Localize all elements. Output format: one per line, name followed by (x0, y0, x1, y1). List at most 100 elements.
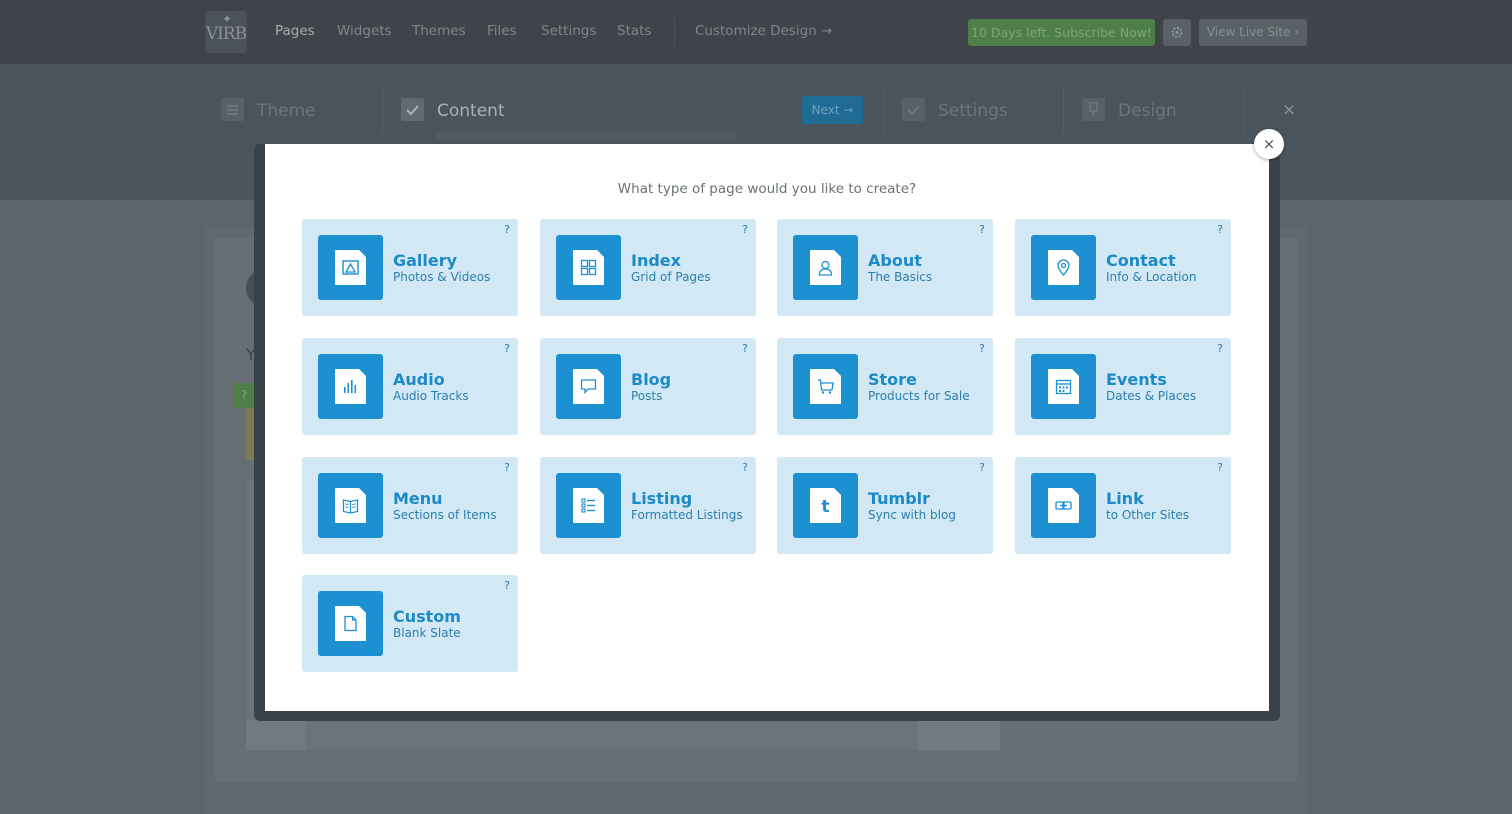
theme-step-icon (221, 98, 244, 121)
page-type-tumblr[interactable]: t Tumblr Sync with blog ? (777, 457, 993, 554)
check-icon (401, 98, 424, 121)
tile-title: Audio (393, 370, 445, 389)
help-icon[interactable]: ? (1217, 223, 1223, 236)
page-type-store[interactable]: Store Products for Sale ? (777, 338, 993, 435)
nav-divider (674, 18, 675, 46)
tile-icon-bg (318, 591, 383, 656)
page-type-menu[interactable]: Menu Sections of Items ? (302, 457, 518, 554)
tile-subtitle: Products for Sale (868, 389, 970, 403)
cart-icon (810, 369, 841, 404)
tile-subtitle: Blank Slate (393, 626, 461, 640)
gear-icon (1171, 26, 1183, 39)
step-design-label: Design (1118, 101, 1177, 121)
help-icon[interactable]: ? (742, 461, 748, 474)
logo-star-icon: ✦ (222, 12, 233, 26)
page-type-blog[interactable]: Blog Posts ? (540, 338, 756, 435)
help-icon[interactable]: ? (504, 223, 510, 236)
book-icon (335, 488, 366, 523)
nav-stats[interactable]: Stats (617, 23, 651, 39)
settings-button[interactable] (1163, 19, 1191, 46)
speech-bubble-icon (573, 369, 604, 404)
tile-title: Store (868, 370, 917, 389)
tile-title: Link (1106, 489, 1144, 508)
help-icon[interactable]: ? (979, 223, 985, 236)
nav-settings[interactable]: Settings (541, 23, 596, 39)
tile-title: Custom (393, 607, 461, 626)
tile-icon-bg (556, 354, 621, 419)
audio-bars-icon (335, 369, 366, 404)
grid-icon (573, 250, 604, 285)
tile-title: Listing (631, 489, 693, 508)
svg-text:t: t (821, 497, 829, 514)
tile-subtitle: Info & Location (1106, 270, 1197, 284)
nav-pages[interactable]: Pages (275, 23, 315, 39)
tile-subtitle: The Basics (868, 270, 933, 284)
tile-icon-bg (1031, 473, 1096, 538)
brush-icon (1082, 98, 1105, 121)
content-panel-strip (246, 720, 306, 750)
tile-subtitle: Dates & Places (1106, 389, 1197, 403)
page-type-listing[interactable]: Listing Formatted Listings ? (540, 457, 756, 554)
help-icon[interactable]: ? (1217, 342, 1223, 355)
tile-title: About (868, 251, 922, 270)
step-divider (382, 88, 383, 132)
tumblr-icon: t (810, 488, 841, 523)
step-divider (884, 88, 885, 132)
tile-title: Tumblr (868, 489, 931, 508)
location-pin-icon (1048, 250, 1079, 285)
help-icon[interactable]: ? (742, 342, 748, 355)
tile-subtitle: Sections of Items (393, 508, 497, 522)
person-icon (810, 250, 841, 285)
step-divider (1243, 88, 1244, 132)
tile-subtitle: Audio Tracks (393, 389, 469, 403)
help-icon[interactable]: ? (742, 223, 748, 236)
virb-logo[interactable]: ✦ VIRB (205, 11, 247, 53)
link-icon (1048, 488, 1079, 523)
nav-widgets[interactable]: Widgets (337, 23, 392, 39)
view-live-site-button[interactable]: View Live Site › (1199, 19, 1307, 46)
tile-title: Blog (631, 370, 672, 389)
page-type-audio[interactable]: Audio Audio Tracks ? (302, 338, 518, 435)
tile-icon-bg (793, 354, 858, 419)
wizard-close-button[interactable]: × (1282, 100, 1296, 120)
gallery-icon (335, 250, 366, 285)
modal-title: What type of page would you like to crea… (617, 181, 917, 197)
nav-themes[interactable]: Themes (412, 23, 466, 39)
next-button[interactable]: Next → (802, 96, 863, 124)
tile-title: Menu (393, 489, 443, 508)
help-icon[interactable]: ? (979, 342, 985, 355)
calendar-icon (1048, 369, 1079, 404)
tile-icon-bg (1031, 235, 1096, 300)
page-type-gallery[interactable]: Gallery Photos & Videos ? (302, 219, 518, 316)
list-icon (573, 488, 604, 523)
step-content-label: Content (437, 101, 505, 121)
nav-customize-design[interactable]: Customize Design → (695, 23, 832, 39)
step-divider (1063, 88, 1064, 132)
page-type-index[interactable]: Index Grid of Pages ? (540, 219, 756, 316)
nav-files[interactable]: Files (487, 23, 517, 39)
help-icon[interactable]: ? (504, 461, 510, 474)
subscribe-button[interactable]: 10 Days left. Subscribe Now! (968, 19, 1155, 46)
page-type-events[interactable]: Events Dates & Places ? (1015, 338, 1231, 435)
page-type-custom[interactable]: Custom Blank Slate ? (302, 575, 518, 672)
tile-title: Events (1106, 370, 1167, 389)
tile-icon-bg (556, 473, 621, 538)
step-settings-label: Settings (938, 101, 1008, 121)
tile-icon-bg (318, 354, 383, 419)
help-icon[interactable]: ? (979, 461, 985, 474)
page-type-about[interactable]: About The Basics ? (777, 219, 993, 316)
help-icon[interactable]: ? (504, 342, 510, 355)
page-type-link[interactable]: Link to Other Sites ? (1015, 457, 1231, 554)
tile-subtitle: Posts (631, 389, 663, 403)
modal-close-button[interactable]: × (1254, 129, 1284, 159)
tile-title: Index (631, 251, 681, 270)
tile-title: Gallery (393, 251, 458, 270)
tile-subtitle: Photos & Videos (393, 270, 491, 284)
help-badge: ? (233, 383, 255, 408)
tile-icon-bg (793, 235, 858, 300)
help-icon[interactable]: ? (504, 579, 510, 592)
help-icon[interactable]: ? (1217, 461, 1223, 474)
check-icon (902, 98, 925, 121)
blank-page-icon (335, 606, 366, 641)
page-type-contact[interactable]: Contact Info & Location ? (1015, 219, 1231, 316)
